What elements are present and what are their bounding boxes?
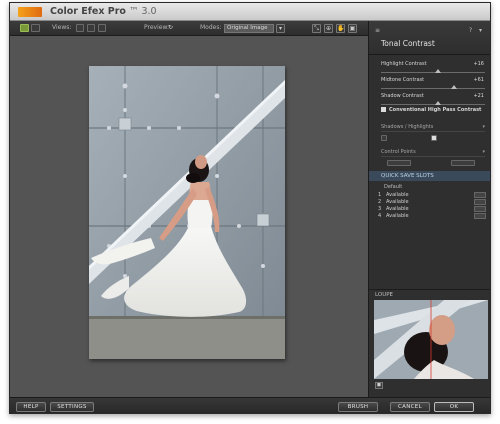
bottom-bar: HELP SETTINGS BRUSH CANCEL OK (10, 397, 490, 413)
split-view-button[interactable] (31, 24, 40, 32)
highlights-swatch[interactable] (431, 135, 437, 141)
slot-number: 2 (378, 199, 382, 205)
loupe-pin-button[interactable]: ◼ (375, 382, 383, 389)
slot-number: 4 (378, 213, 382, 219)
filter-menu-icon[interactable]: ≡ (375, 27, 382, 34)
app-version: ™ 3.0 (128, 6, 157, 17)
image-canvas[interactable] (10, 36, 368, 397)
cancel-button[interactable]: CANCEL (390, 402, 430, 412)
photo-preview (89, 66, 285, 359)
mode-select[interactable]: Original Image (224, 24, 274, 33)
loupe-view[interactable] (374, 300, 488, 379)
midtone-contrast-label: Midtone Contrast (381, 77, 425, 83)
slot-status: Available (386, 206, 409, 212)
quick-save-title: QUICK SAVE SLOTS (381, 173, 434, 179)
high-pass-label: Conventional High Pass Contrast (389, 107, 482, 113)
quick-save-slot[interactable]: 3 Available (378, 206, 486, 213)
chevron-down-icon: ▾ (482, 124, 485, 130)
slot-number: 3 (378, 206, 382, 212)
slot-status: Available (386, 213, 409, 219)
toolbar: Views: Preview: ↻ Modes: Original Image … (10, 21, 368, 36)
nik-logo-icon (18, 7, 42, 17)
filter-header: ≡ ? ▾ Tonal Contrast (369, 21, 490, 55)
chevron-down-icon: ▾ (482, 149, 485, 155)
filter-title: Tonal Contrast (381, 39, 435, 48)
shadows-highlights-label: Shadows / Highlights (381, 124, 434, 130)
midtone-contrast-value: +61 (473, 77, 484, 83)
slot-number: 1 (378, 192, 382, 198)
midtone-contrast-slider[interactable] (381, 88, 485, 89)
slot-status: Available (386, 192, 409, 198)
highlight-contrast-value: +16 (473, 61, 484, 67)
view-mode-side-icon[interactable] (98, 24, 106, 32)
views-label: Views: (52, 24, 72, 31)
quick-save-slot[interactable]: 1 Available (378, 192, 486, 199)
add-control-point-button[interactable] (387, 160, 411, 166)
zoom-icon[interactable]: ⊕ (324, 24, 333, 33)
app-title-text: Color Efex Pro (50, 6, 126, 17)
expand-icon[interactable]: ▾ (479, 27, 486, 34)
quick-save-slot[interactable]: 2 Available (378, 199, 486, 206)
loupe-image (374, 300, 488, 379)
loupe-header[interactable]: LOUPE (369, 289, 490, 299)
mode-dropdown-icon[interactable]: ▾ (276, 24, 285, 33)
zoom-fit-icon[interactable]: ⤡ (312, 24, 321, 33)
highlight-contrast-thumb[interactable] (435, 69, 442, 73)
view-mode-single-icon[interactable] (76, 24, 84, 32)
brush-button[interactable]: BRUSH (338, 402, 378, 412)
slot-save-button[interactable] (474, 206, 486, 212)
highlight-contrast-slider[interactable] (381, 72, 485, 73)
preview-toggle-icon[interactable]: ↻ (168, 24, 173, 31)
modes-label: Modes: (200, 24, 222, 31)
highlight-contrast-label: Highlight Contrast (381, 61, 427, 67)
preview-label: Preview: (144, 24, 170, 31)
app-title: Color Efex Pro ™ 3.0 (50, 6, 157, 17)
help-button[interactable]: HELP (16, 402, 46, 412)
single-view-button[interactable] (20, 24, 29, 32)
title-bar: Color Efex Pro ™ 3.0 (10, 3, 490, 21)
shadow-contrast-label: Shadow Contrast (381, 93, 424, 99)
high-pass-checkbox[interactable] (381, 107, 386, 112)
shadow-contrast-value: +21 (473, 93, 484, 99)
quick-save-default[interactable]: Default (384, 184, 402, 190)
slot-save-button[interactable] (474, 213, 486, 219)
hand-tool-icon[interactable]: ✋ (336, 24, 345, 33)
filter-panel: ≡ ? ▾ Tonal Contrast Highlight Contrast … (368, 21, 490, 397)
shadows-swatch[interactable] (381, 135, 387, 141)
view-mode-split-icon[interactable] (87, 24, 95, 32)
quick-save-header[interactable]: QUICK SAVE SLOTS (369, 171, 490, 181)
loupe-title: LOUPE (375, 292, 394, 298)
slot-status: Available (386, 199, 409, 205)
slot-save-button[interactable] (474, 199, 486, 205)
shadow-contrast-slider[interactable] (381, 104, 485, 105)
control-points-section[interactable]: Control Points ▾ (381, 149, 485, 157)
remove-control-point-button[interactable] (451, 160, 475, 166)
shadows-highlights-section[interactable]: Shadows / Highlights ▾ (381, 124, 485, 132)
slot-save-button[interactable] (474, 192, 486, 198)
quick-save-list: Default 1 Available 2 Available 3 Availa… (369, 181, 490, 281)
ok-button[interactable]: OK (434, 402, 474, 412)
help-icon[interactable]: ? (469, 27, 476, 34)
control-points-label: Control Points (381, 149, 416, 155)
settings-button[interactable]: SETTINGS (50, 402, 94, 412)
color-efex-window: Color Efex Pro ™ 3.0 Views: Preview: ↻ Mo… (9, 2, 491, 414)
bride-photo (89, 66, 285, 359)
shadow-contrast-thumb[interactable] (435, 101, 442, 105)
midtone-contrast-thumb[interactable] (450, 85, 457, 89)
quick-save-slot[interactable]: 4 Available (378, 213, 486, 220)
fullscreen-icon[interactable]: ▣ (348, 24, 357, 33)
